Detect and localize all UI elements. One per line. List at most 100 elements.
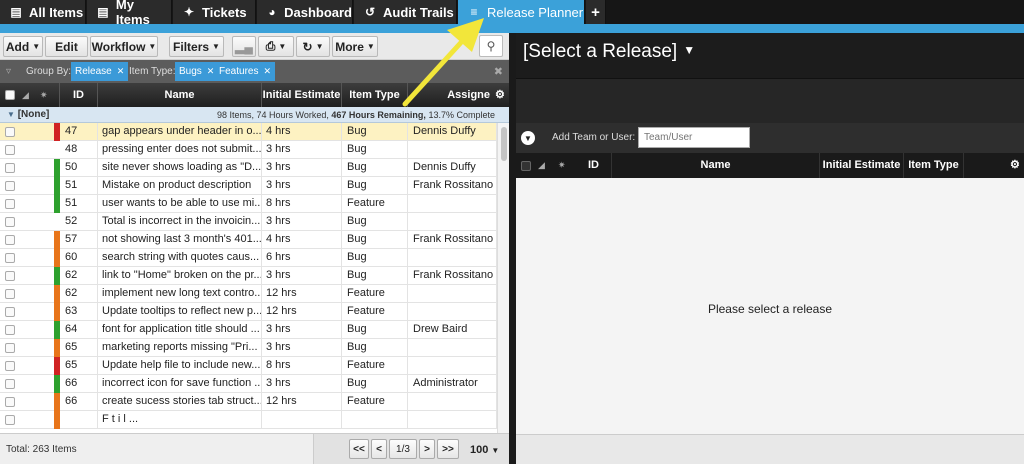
table-row[interactable]: 52 Total is incorrect in the invoicin... 3… xyxy=(0,213,497,231)
chart-button[interactable]: ▂▄ xyxy=(232,36,256,57)
column-header-name[interactable]: Name xyxy=(98,83,262,107)
previous-page-button[interactable]: < xyxy=(371,439,387,459)
next-page-button[interactable]: > xyxy=(419,439,435,459)
tab-my-items[interactable]: ▤ My Items xyxy=(87,0,172,27)
row-checkbox[interactable] xyxy=(5,415,15,425)
row-checkbox[interactable] xyxy=(5,271,15,281)
remove-chip-icon[interactable]: ✕ xyxy=(117,66,125,77)
table-row[interactable]: F t i l ... xyxy=(0,411,497,429)
page-size-select[interactable]: 100 ▼ xyxy=(470,444,499,456)
row-checkbox[interactable] xyxy=(5,127,15,137)
cell-item-type: Feature xyxy=(342,195,408,213)
cell-item-type: Bug xyxy=(342,267,408,285)
header-select-column[interactable]: ◢ ✷ xyxy=(0,83,60,107)
table-row[interactable]: 51 Mistake on product description 3 hrs Bug… xyxy=(0,177,497,195)
tab-tickets[interactable]: ✦ Tickets xyxy=(173,0,256,24)
remove-chip-icon[interactable]: ✕ xyxy=(263,66,271,77)
cell-id: 65 xyxy=(60,339,98,357)
row-checkbox[interactable] xyxy=(5,181,15,191)
filters-menu-button[interactable]: Filters ▼ xyxy=(169,36,224,57)
column-settings-gear-icon[interactable]: ⚙ xyxy=(495,83,505,107)
group-summary-row[interactable]: ▼ [None] 98 Items, 74 Hours Worked, 467 … xyxy=(0,107,509,123)
row-checkbox[interactable] xyxy=(5,145,15,155)
tab-audit-trails[interactable]: ↺ Audit Trails xyxy=(354,0,457,24)
tab-all-items[interactable]: ▤ All Items xyxy=(0,0,86,24)
header-select-column[interactable]: ◢ ✷ xyxy=(516,153,576,178)
table-row[interactable]: 65 Update help file to include new... 8 hr… xyxy=(0,357,497,375)
tab-dashboard[interactable]: ◕ Dashboard xyxy=(257,0,353,24)
row-checkbox[interactable] xyxy=(5,397,15,407)
grouping-bar: ▿ Group By: Release ✕ Item Type: Bugs ✕ Fe… xyxy=(0,60,509,83)
table-row[interactable]: 60 search string with quotes caus... 6 hrs… xyxy=(0,249,497,267)
row-checkbox[interactable] xyxy=(5,289,15,299)
table-row[interactable]: 63 Update tooltips to reflect new p... 12 … xyxy=(0,303,497,321)
last-page-button[interactable]: >> xyxy=(437,439,459,459)
row-checkbox[interactable] xyxy=(5,343,15,353)
release-select[interactable]: [Select a Release] ▼ xyxy=(523,41,695,63)
team-user-input[interactable] xyxy=(638,127,750,148)
workflow-menu-button[interactable]: Workflow ▼ xyxy=(90,36,158,57)
row-checkbox[interactable] xyxy=(5,199,15,209)
table-row[interactable]: 47 gap appears under header in o... 4 hrs B… xyxy=(0,123,497,141)
column-header-id[interactable]: ID xyxy=(576,153,612,178)
row-checkbox[interactable] xyxy=(5,217,15,227)
collapse-triangle-icon[interactable]: ▼ xyxy=(7,110,15,119)
cell-assignee xyxy=(408,249,497,267)
table-row[interactable]: 62 implement new long text contro... 12 hr… xyxy=(0,285,497,303)
row-checkbox[interactable] xyxy=(5,361,15,371)
column-settings-gear-icon[interactable]: ⚙ xyxy=(1010,153,1020,178)
column-header-initial-estimate[interactable]: Initial Estimate xyxy=(262,83,342,107)
row-checkbox[interactable] xyxy=(5,253,15,263)
column-header-assignee[interactable]: Assigne xyxy=(408,83,493,107)
group-name: [None] xyxy=(17,109,50,120)
search-button[interactable]: ⚲ xyxy=(479,35,503,57)
table-row[interactable]: 51 user wants to be able to use mi... 8 hr… xyxy=(0,195,497,213)
column-header-initial-estimate[interactable]: Initial Estimate xyxy=(820,153,904,178)
table-row[interactable]: 66 incorrect icon for save function ... 3 … xyxy=(0,375,497,393)
refresh-icon: ↻ xyxy=(302,39,313,54)
scrollbar-thumb[interactable] xyxy=(501,127,507,161)
column-header-id[interactable]: ID xyxy=(60,83,98,107)
row-checkbox[interactable] xyxy=(5,235,15,245)
row-checkbox[interactable] xyxy=(5,307,15,317)
items-panel: Add ▼ Edit Workflow ▼ Filters ▼ ▂▄ ⎙ ▼ ↻ ▼ Mo… xyxy=(0,33,509,464)
column-header-name[interactable]: Name xyxy=(612,153,820,178)
cell-name: search string with quotes caus... xyxy=(98,249,262,267)
clear-grouping-icon[interactable]: ✖ xyxy=(494,65,503,78)
column-header-item-type[interactable]: Item Type xyxy=(904,153,964,178)
panel-splitter[interactable] xyxy=(509,33,516,464)
first-page-button[interactable]: << xyxy=(349,439,369,459)
select-all-checkbox[interactable] xyxy=(521,161,531,171)
item-type-chip-bugs[interactable]: Bugs ✕ xyxy=(175,62,219,81)
table-row[interactable]: 66 create sucess stories tab struct... 12 … xyxy=(0,393,497,411)
remove-chip-icon[interactable]: ✕ xyxy=(207,66,215,77)
group-by-chip[interactable]: Release ✕ xyxy=(71,62,129,81)
tab-release-planner[interactable]: ≡ Release Planner xyxy=(458,0,585,24)
add-tab-button[interactable]: + xyxy=(586,0,606,24)
release-table-body: Please select a release xyxy=(516,178,1024,434)
edit-button[interactable]: Edit xyxy=(45,36,88,57)
refresh-menu-button[interactable]: ↻ ▼ xyxy=(296,36,330,57)
table-row[interactable]: 48 pressing enter does not submit... 3 hrs… xyxy=(0,141,497,159)
chevron-down-icon[interactable]: ▼ xyxy=(521,131,535,145)
caret-down-icon: ▼ xyxy=(366,42,375,51)
print-menu-button[interactable]: ⎙ ▼ xyxy=(258,36,294,57)
table-row[interactable]: 50 site never shows loading as "D... 3 hrs… xyxy=(0,159,497,177)
item-type-chip-features[interactable]: Features ✕ xyxy=(215,62,276,81)
add-menu-button[interactable]: Add ▼ xyxy=(3,36,43,57)
row-checkbox[interactable] xyxy=(5,379,15,389)
cell-name: link to "Home" broken on the pr... xyxy=(98,267,262,285)
row-checkbox[interactable] xyxy=(5,163,15,173)
cell-initial-estimate: 12 hrs xyxy=(262,393,342,411)
cell-item-type: Bug xyxy=(342,159,408,177)
table-row[interactable]: 57 not showing last 3 month's 401... 4 hrs… xyxy=(0,231,497,249)
table-row[interactable]: 65 marketing reports missing "Pri... 3 hrs… xyxy=(0,339,497,357)
column-header-item-type[interactable]: Item Type xyxy=(342,83,408,107)
table-row[interactable]: 64 font for application title should ... 3… xyxy=(0,321,497,339)
vertical-scrollbar[interactable] xyxy=(497,123,509,457)
row-checkbox[interactable] xyxy=(5,325,15,335)
more-menu-button[interactable]: More ▼ xyxy=(332,36,378,57)
select-all-checkbox[interactable] xyxy=(5,90,15,100)
items-table-header: ◢ ✷ ID Name Initial Estimate Item Type A… xyxy=(0,83,509,107)
table-row[interactable]: 62 link to "Home" broken on the pr... 3 hr… xyxy=(0,267,497,285)
